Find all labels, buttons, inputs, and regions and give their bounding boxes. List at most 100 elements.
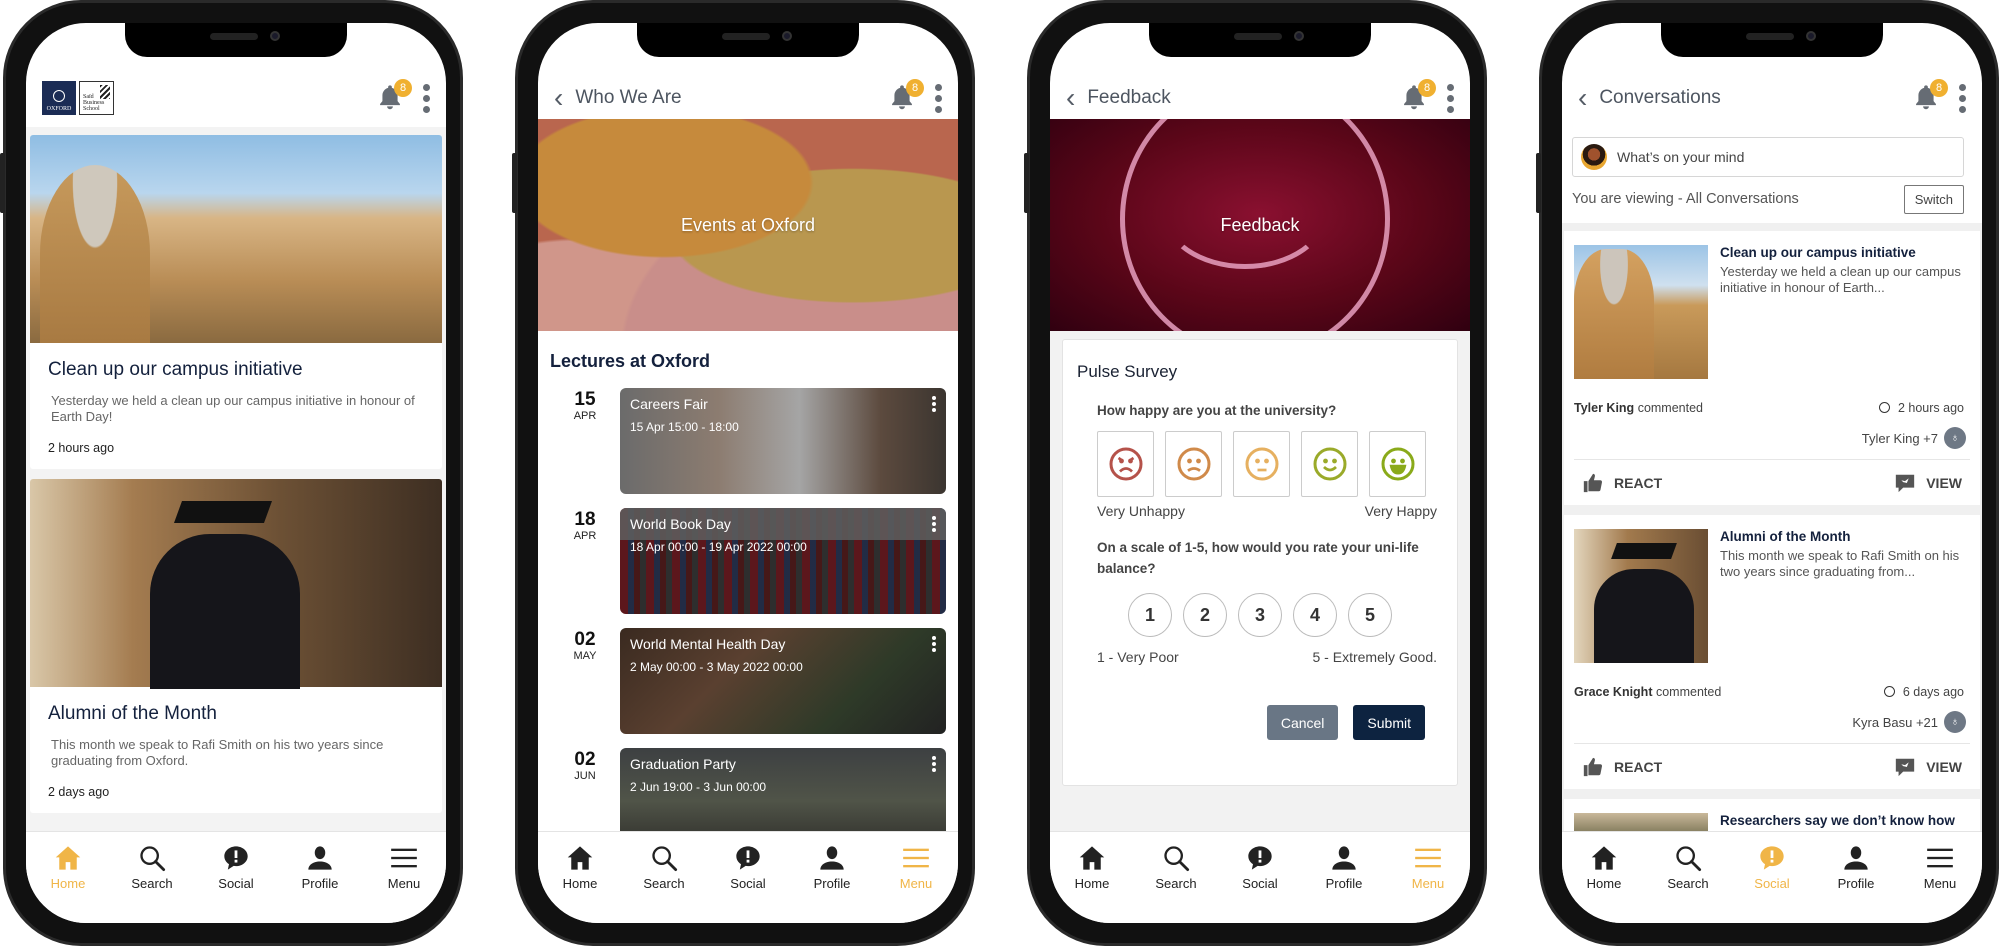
notifications-button[interactable]: 8 xyxy=(1400,79,1436,113)
social-bubble-icon xyxy=(222,844,250,872)
post-time: 6 days ago xyxy=(1902,685,1964,699)
nav-home[interactable]: Home xyxy=(1057,844,1127,923)
view-button[interactable]: VIEW xyxy=(1894,756,1962,778)
post-reactors[interactable]: Kyra Basu +21 ♁ xyxy=(1574,711,1970,733)
post-composer-input[interactable]: What’s on your mind xyxy=(1572,137,1964,177)
nav-home[interactable]: Home xyxy=(33,844,103,923)
nav-menu[interactable]: Menu xyxy=(1905,844,1975,923)
nav-label: Home xyxy=(50,876,86,891)
back-chevron-icon[interactable]: ‹ xyxy=(1066,84,1075,112)
view-button[interactable]: VIEW xyxy=(1894,472,1962,494)
rating-1[interactable]: 1 xyxy=(1128,593,1172,637)
nav-menu[interactable]: Menu xyxy=(369,844,439,923)
cancel-button[interactable]: Cancel xyxy=(1266,705,1339,740)
post-meta: Tyler King commented 2 hours ago xyxy=(1574,401,1970,415)
event-item[interactable]: 18 APR World Book Day 18 Apr 00:00 - 19 Ap… xyxy=(550,508,946,614)
phone-home: OXFORD Saïd Business School 8 Clean up our… xyxy=(0,0,463,946)
news-card[interactable]: Alumni of the Month This month we speak … xyxy=(30,479,442,813)
rating-2[interactable]: 2 xyxy=(1183,593,1227,637)
event-date: 02 MAY xyxy=(550,628,620,734)
event-item[interactable]: 02 MAY World Mental Health Day 2 May 00:00… xyxy=(550,628,946,734)
label-very-poor: 1 - Very Poor xyxy=(1097,649,1179,665)
logos[interactable]: OXFORD Saïd Business School xyxy=(42,81,114,115)
home-feed: Clean up our campus initiative Yesterday… xyxy=(26,127,446,831)
event-item[interactable]: 15 APR Careers Fair 15 Apr 15:00 - 18:00 xyxy=(550,388,946,494)
back-chevron-icon[interactable]: ‹ xyxy=(554,84,563,112)
post-author: Grace Knight xyxy=(1574,685,1653,699)
view-comment-icon xyxy=(1894,756,1916,778)
nav-social[interactable]: Social xyxy=(201,844,271,923)
neon-smile xyxy=(1160,149,1330,269)
event-tile[interactable]: World Mental Health Day 2 May 00:00 - 3 M… xyxy=(620,628,946,734)
nav-search[interactable]: Search xyxy=(117,844,187,923)
react-button[interactable]: REACT xyxy=(1582,756,1662,778)
face-option-very-unhappy[interactable] xyxy=(1097,431,1154,497)
conversation-post[interactable]: Clean up our campus initiative Yesterday… xyxy=(1564,231,1980,505)
event-time: 2 Jun 19:00 - 3 Jun 00:00 xyxy=(630,780,767,794)
submit-button[interactable]: Submit xyxy=(1353,705,1425,740)
post-thumbnail xyxy=(1574,529,1708,663)
nav-search[interactable]: Search xyxy=(629,844,699,923)
event-tile[interactable]: Careers Fair 15 Apr 15:00 - 18:00 xyxy=(620,388,946,494)
event-options-icon[interactable] xyxy=(932,516,936,532)
event-month: APR xyxy=(573,410,597,422)
nav-search[interactable]: Search xyxy=(1653,844,1723,923)
post-reactors[interactable]: Tyler King +7 ♁ xyxy=(1574,427,1970,449)
more-options-icon[interactable] xyxy=(1958,83,1966,113)
more-options-icon[interactable] xyxy=(422,83,430,113)
rating-5[interactable]: 5 xyxy=(1348,593,1392,637)
nav-profile[interactable]: Profile xyxy=(797,844,867,923)
events-hero-banner[interactable]: Events at Oxford xyxy=(538,119,958,331)
rating-4[interactable]: 4 xyxy=(1293,593,1337,637)
survey-title: Pulse Survey xyxy=(1077,362,1178,381)
graduate-image xyxy=(30,479,442,689)
card-snippet: This month we speak to Rafi Smith on his… xyxy=(51,737,384,768)
notifications-button[interactable]: 8 xyxy=(888,79,924,113)
notifications-button[interactable]: 8 xyxy=(1912,79,1948,113)
face-option-happy[interactable] xyxy=(1301,431,1358,497)
event-options-icon[interactable] xyxy=(932,396,936,412)
card-snippet: Yesterday we held a clean up our campus … xyxy=(51,393,415,424)
thumbs-up-icon xyxy=(1582,472,1604,494)
news-card[interactable]: Clean up our campus initiative Yesterday… xyxy=(30,135,442,469)
more-options-icon[interactable] xyxy=(1446,83,1454,113)
event-item[interactable]: 02 JUN Graduation Party 2 Jun 19:00 - 3 Ju… xyxy=(550,748,946,831)
post-time: 2 hours ago xyxy=(1897,401,1964,415)
nav-search[interactable]: Search xyxy=(1141,844,1211,923)
radcliffe-camera-image xyxy=(30,135,442,343)
nav-profile[interactable]: Profile xyxy=(1309,844,1379,923)
face-option-very-happy[interactable] xyxy=(1369,431,1426,497)
event-tile[interactable]: World Book Day 18 Apr 00:00 - 19 Apr 2022… xyxy=(620,508,946,614)
nav-label: Menu xyxy=(1411,876,1445,891)
post-actions: REACT VIEW xyxy=(1574,743,1970,789)
nav-social[interactable]: Social xyxy=(713,844,783,923)
profile-icon xyxy=(1842,844,1870,872)
back-chevron-icon[interactable]: ‹ xyxy=(1578,84,1587,112)
nav-home[interactable]: Home xyxy=(545,844,615,923)
rating-3[interactable]: 3 xyxy=(1238,593,1282,637)
nav-social[interactable]: Social xyxy=(1225,844,1295,923)
event-tile[interactable]: Graduation Party 2 Jun 19:00 - 3 Jun 00:0… xyxy=(620,748,946,831)
switch-button[interactable]: Switch xyxy=(1903,184,1964,214)
nav-profile[interactable]: Profile xyxy=(1821,844,1891,923)
nav-label: Home xyxy=(562,876,598,891)
nav-profile[interactable]: Profile xyxy=(285,844,355,923)
nav-social[interactable]: Social xyxy=(1737,844,1807,923)
very-happy-face-icon xyxy=(1381,447,1414,481)
happiness-scale-labels: Very Unhappy Very Happy xyxy=(1077,503,1443,519)
event-options-icon[interactable] xyxy=(932,756,936,772)
notifications-button[interactable]: 8 xyxy=(376,79,412,113)
conversation-post[interactable]: Researchers say we don’t know how xyxy=(1564,799,1980,831)
face-option-neutral[interactable] xyxy=(1233,431,1290,497)
social-bubble-icon xyxy=(1758,844,1786,872)
conversation-post[interactable]: Alumni of the Month This month we speak … xyxy=(1564,515,1980,789)
nav-home[interactable]: Home xyxy=(1569,844,1639,923)
event-options-icon[interactable] xyxy=(932,636,936,652)
nav-menu[interactable]: Menu xyxy=(1393,844,1463,923)
react-button[interactable]: REACT xyxy=(1582,472,1662,494)
more-options-icon[interactable] xyxy=(934,83,942,113)
event-name: Graduation Party xyxy=(630,756,736,772)
face-option-unhappy[interactable] xyxy=(1165,431,1222,497)
bottom-nav: Home Search Social Profile Menu xyxy=(26,831,446,923)
nav-menu[interactable]: Menu xyxy=(881,844,951,923)
